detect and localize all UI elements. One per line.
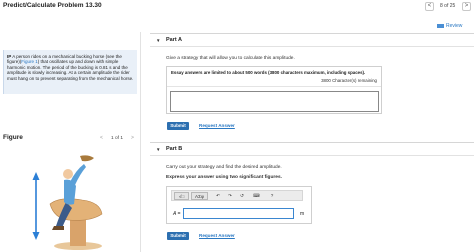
figure-next-button[interactable]: > (131, 135, 134, 141)
figure-prev-button[interactable]: < (100, 135, 103, 141)
review-label: Review (446, 23, 463, 29)
characters-remaining: 3800 Character(s) remaining (321, 78, 377, 83)
math-toolbar: √□ ΑΣφ ↶ ↷ ↺ ⌨ ? (171, 190, 303, 201)
part-b-title: Part B (166, 146, 183, 152)
redo-icon[interactable]: ↷ (226, 192, 234, 200)
triangle-down-icon: ▼ (156, 38, 161, 43)
page-count: 8 of 25 (440, 3, 456, 9)
ip-tag: IP (7, 54, 12, 59)
figure-count: 1 of 1 (111, 136, 124, 141)
part-a-prompt: Give a strategy that will allow you to c… (166, 56, 295, 61)
answer-box: √□ ΑΣφ ↶ ↷ ↺ ⌨ ? A = m (166, 186, 312, 224)
rider-hat (80, 155, 94, 162)
part-a-request-answer-link[interactable]: Request Answer (199, 123, 235, 128)
essay-box: Essay answers are limited to about 500 w… (166, 66, 382, 114)
next-problem-button[interactable]: > (462, 2, 471, 11)
part-b-request-answer-link[interactable]: Request Answer (199, 233, 235, 238)
symbols-button[interactable]: ΑΣφ (191, 192, 208, 200)
triangle-down-icon: ▼ (156, 147, 161, 152)
machine-post (70, 220, 86, 246)
bucking-horse-figure (32, 155, 103, 250)
figure-label: Figure (3, 134, 23, 141)
review-icon (437, 23, 444, 28)
keyboard-icon[interactable]: ⌨ (252, 192, 261, 200)
part-b-prompt: Carry out your strategy and find the des… (166, 165, 282, 170)
essay-limit-text: Essay answers are limited to about 500 w… (171, 70, 366, 75)
variable-label: A = (173, 211, 181, 217)
essay-textarea[interactable] (170, 91, 379, 112)
figure-link[interactable]: Figure 1 (21, 59, 38, 64)
pane-divider (140, 32, 141, 252)
prev-problem-button[interactable]: < (425, 2, 434, 11)
page-title: Predict/Calculate Problem 13.30 (3, 2, 102, 9)
mechanical-horse (49, 198, 103, 221)
oscillation-arrow (32, 172, 40, 240)
part-b-header[interactable]: ▼ Part B (150, 142, 474, 156)
rider-head (63, 169, 73, 179)
reset-icon[interactable]: ↺ (238, 192, 246, 200)
part-a-header[interactable]: ▼ Part A (150, 33, 474, 47)
problem-statement: IP A person rides on a mechanical buckin… (3, 50, 137, 94)
templates-button[interactable]: √□ (174, 192, 189, 200)
unit-label: m (300, 211, 305, 217)
rider-boot (52, 226, 64, 230)
help-icon[interactable]: ? (268, 192, 276, 200)
part-b-instruction: Express your answer using two significan… (166, 175, 282, 180)
essay-info: Essay answers are limited to about 500 w… (167, 67, 381, 87)
answer-input[interactable] (183, 208, 294, 219)
part-b-submit-button[interactable]: Submit (167, 232, 189, 240)
top-bar: Predict/Calculate Problem 13.30 < 8 of 2… (0, 0, 474, 14)
part-a-title: Part A (166, 37, 182, 43)
part-a-submit-button[interactable]: Submit (167, 122, 189, 130)
undo-icon[interactable]: ↶ (214, 192, 222, 200)
review-link[interactable]: Review (437, 23, 462, 29)
